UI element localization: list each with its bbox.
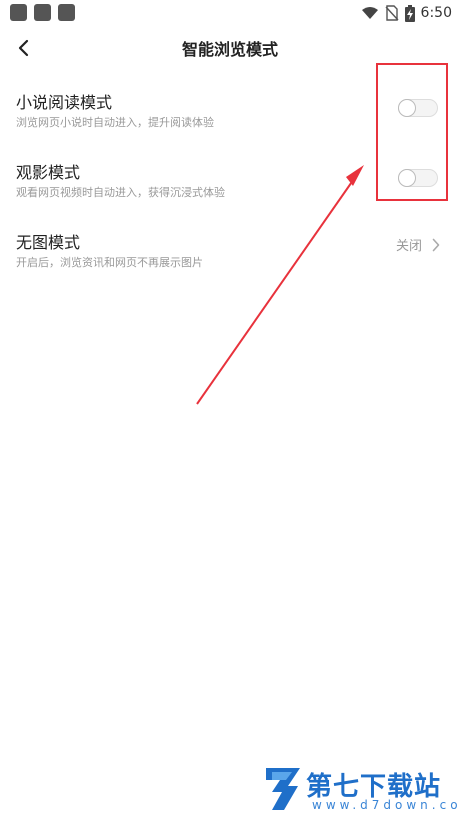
watermark-url: www.d7down.com bbox=[312, 798, 460, 812]
site-watermark: 第七下载站 www.d7down.com bbox=[262, 762, 460, 816]
annotation-arrow-icon bbox=[196, 165, 364, 405]
watermark-logo-icon bbox=[266, 768, 300, 810]
